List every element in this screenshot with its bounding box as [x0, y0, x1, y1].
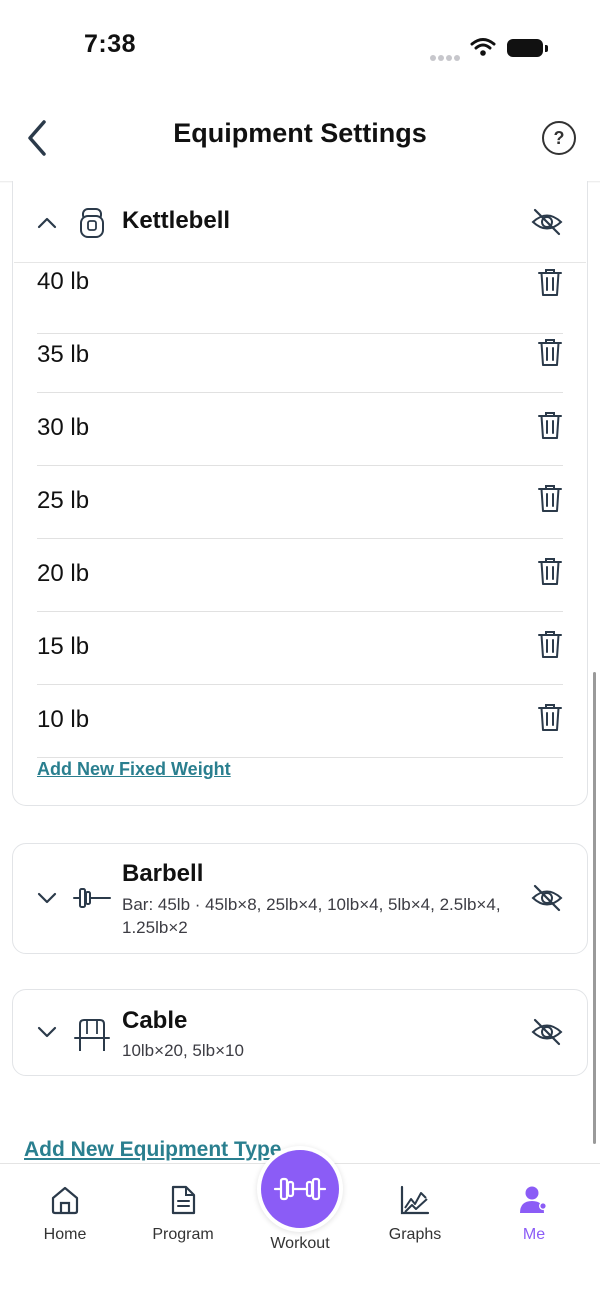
- wifi-icon: [470, 38, 496, 56]
- delete-icon[interactable]: [537, 629, 563, 659]
- tab-workout-label: Workout: [270, 1235, 330, 1252]
- weight-label: 30 lb: [37, 414, 90, 441]
- cable-machine-icon: [74, 1019, 110, 1051]
- weight-row: 15 lb: [37, 611, 563, 685]
- tab-program-label: Program: [152, 1226, 214, 1243]
- tab-me[interactable]: Me: [474, 1164, 594, 1264]
- weight-label: 15 lb: [37, 633, 90, 660]
- tab-me-label: Me: [522, 1226, 546, 1243]
- barbell-summary: Bar: 45lb · 45lb×8, 25lb×4, 10lb×4, 5lb×…: [122, 895, 501, 937]
- home-icon: [51, 1186, 79, 1215]
- delete-icon[interactable]: [537, 267, 563, 297]
- delete-icon[interactable]: [537, 556, 563, 586]
- weight-row: 25 lb: [37, 465, 563, 539]
- profile-icon: [520, 1186, 547, 1213]
- scrollbar[interactable]: [593, 672, 596, 1144]
- hide-equipment-icon[interactable]: [531, 883, 563, 913]
- weight-label: 20 lb: [37, 560, 90, 587]
- delete-icon[interactable]: [537, 702, 563, 732]
- expand-chevron-icon[interactable]: [32, 883, 62, 913]
- weight-row: 35 lb: [37, 319, 563, 393]
- cellular-signal-icon: [430, 48, 462, 66]
- weight-label: 25 lb: [37, 487, 90, 514]
- kettlebell-title: Kettlebell: [122, 207, 231, 234]
- tab-home[interactable]: Home: [5, 1164, 125, 1264]
- weight-label: 35 lb: [37, 341, 90, 368]
- barbell-title: Barbell: [122, 860, 204, 887]
- weight-label: 10 lb: [37, 706, 90, 733]
- dumbbell-icon: [274, 1177, 326, 1201]
- document-icon: [171, 1185, 196, 1215]
- add-equipment-type-link[interactable]: Add New Equipment Type: [24, 1138, 281, 1162]
- help-button[interactable]: ?: [542, 121, 576, 155]
- delete-icon[interactable]: [537, 337, 563, 367]
- tab-home-label: Home: [43, 1226, 87, 1243]
- weight-row: 20 lb: [37, 538, 563, 612]
- hide-equipment-icon[interactable]: [531, 207, 563, 237]
- delete-icon[interactable]: [537, 410, 563, 440]
- expand-chevron-icon[interactable]: [32, 1017, 62, 1047]
- weight-row: 10 lb: [37, 684, 563, 758]
- battery-tip: [545, 45, 548, 52]
- weight-row: 30 lb: [37, 392, 563, 466]
- graph-icon: [400, 1185, 430, 1215]
- weight-label: 40 lb: [37, 268, 90, 295]
- tab-graphs-label: Graphs: [388, 1226, 442, 1243]
- delete-icon[interactable]: [537, 483, 563, 513]
- battery-icon: [507, 39, 543, 57]
- cable-title: Cable: [122, 1007, 188, 1034]
- workout-button[interactable]: [261, 1150, 339, 1228]
- status-time: 7:38: [84, 30, 137, 58]
- tab-graphs[interactable]: Graphs: [355, 1164, 475, 1264]
- hide-equipment-icon[interactable]: [531, 1017, 563, 1047]
- page-title: Equipment Settings: [173, 118, 427, 148]
- collapse-chevron-icon[interactable]: [32, 208, 62, 238]
- barbell-icon: [73, 888, 111, 908]
- tab-program[interactable]: Program: [123, 1164, 243, 1264]
- cable-summary: 10lb×20, 5lb×10: [122, 1041, 244, 1060]
- add-fixed-weight-link[interactable]: Add New Fixed Weight: [37, 759, 231, 780]
- kettlebell-icon: [80, 208, 104, 238]
